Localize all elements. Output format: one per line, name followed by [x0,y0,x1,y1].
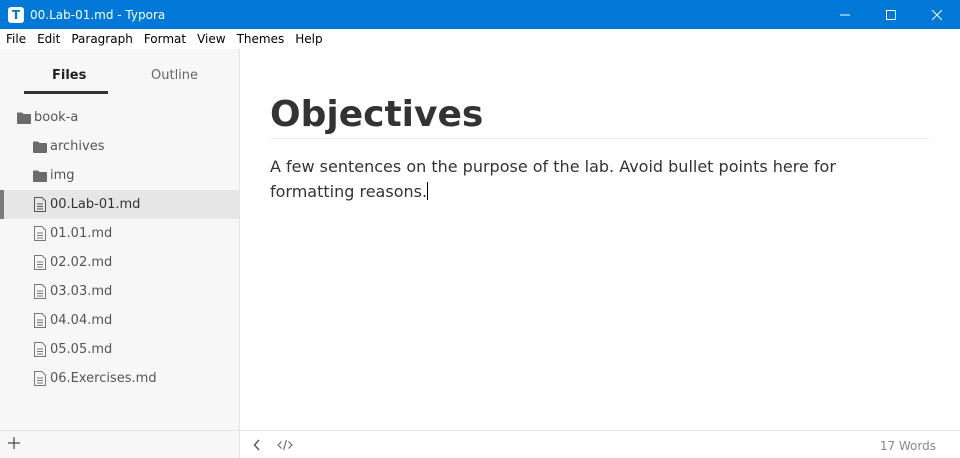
close-button[interactable] [914,0,960,29]
text-caret [427,182,429,200]
file-icon [32,255,48,271]
menu-view[interactable]: View [191,32,230,46]
tree-label: 04.04.md [50,313,113,328]
menu-file[interactable]: File [0,32,31,46]
tree-label: 03.03.md [50,284,113,299]
sidebar-footer [0,430,239,458]
menu-help[interactable]: Help [289,32,327,46]
paragraph-text: A few sentences on the purpose of the la… [270,157,836,201]
tree-label: 01.01.md [50,226,113,241]
sidebar-tabs: Files Outline [0,49,239,95]
menu-format[interactable]: Format [138,32,191,46]
folder-icon [32,139,48,155]
tree-file-06-exercises[interactable]: 06.Exercises.md [0,364,239,393]
menu-edit[interactable]: Edit [31,32,65,46]
tree-file-00-lab-01[interactable]: 00.Lab-01.md [0,190,239,219]
menu-bar: File Edit Paragraph Format View Themes H… [0,29,960,49]
minimize-button[interactable] [822,0,868,29]
tree-file-03-03[interactable]: 03.03.md [0,277,239,306]
source-code-mode-button[interactable] [277,438,293,452]
file-tree: book-a archives img 00.Lab-01.md 01.01.m… [0,103,239,393]
close-icon [932,9,942,20]
maximize-icon [886,9,896,20]
tab-files[interactable]: Files [52,68,86,83]
word-count[interactable]: 17 Words [880,439,936,453]
chevron-left-icon [253,439,260,451]
tree-file-05-05[interactable]: 05.05.md [0,335,239,364]
status-bar: 17 Words [240,430,960,458]
tree-file-04-04[interactable]: 04.04.md [0,306,239,335]
plus-icon [8,437,20,449]
maximize-button[interactable] [868,0,914,29]
menu-paragraph[interactable]: Paragraph [65,32,137,46]
file-icon [32,342,48,358]
editor-pane[interactable]: Objectives A few sentences on the purpos… [240,49,960,430]
window-controls [822,0,960,29]
add-file-button[interactable] [7,436,23,452]
file-icon [32,226,48,242]
tree-label: img [50,168,75,183]
tree-label: 00.Lab-01.md [50,197,141,212]
code-icon [277,439,293,451]
tree-folder-book-a[interactable]: book-a [0,103,239,132]
tree-label: book-a [34,110,79,125]
tree-label: 06.Exercises.md [50,371,157,386]
tree-folder-archives[interactable]: archives [0,132,239,161]
tab-outline[interactable]: Outline [151,68,198,83]
tree-file-02-02[interactable]: 02.02.md [0,248,239,277]
typora-app-icon: T [8,6,24,23]
folder-icon [32,168,48,184]
minimize-icon [840,14,850,15]
title-bar: T 00.Lab-01.md - Typora [0,0,960,29]
tree-label: 02.02.md [50,255,113,270]
document-paragraph[interactable]: A few sentences on the purpose of the la… [270,154,910,204]
file-icon [32,313,48,329]
tree-label: archives [50,139,105,154]
tree-folder-img[interactable]: img [0,161,239,190]
file-icon [32,371,48,387]
window-title: 00.Lab-01.md - Typora [30,7,166,22]
toggle-sidebar-button[interactable] [249,438,265,452]
active-tab-indicator [24,91,108,94]
tree-label: 05.05.md [50,342,113,357]
file-icon [32,197,48,213]
menu-themes[interactable]: Themes [231,32,290,46]
folder-icon [16,110,32,126]
file-icon [32,284,48,300]
sidebar: Files Outline book-a archives img 00.Lab… [0,49,240,458]
document-heading[interactable]: Objectives [270,93,930,139]
tree-file-01-01[interactable]: 01.01.md [0,219,239,248]
